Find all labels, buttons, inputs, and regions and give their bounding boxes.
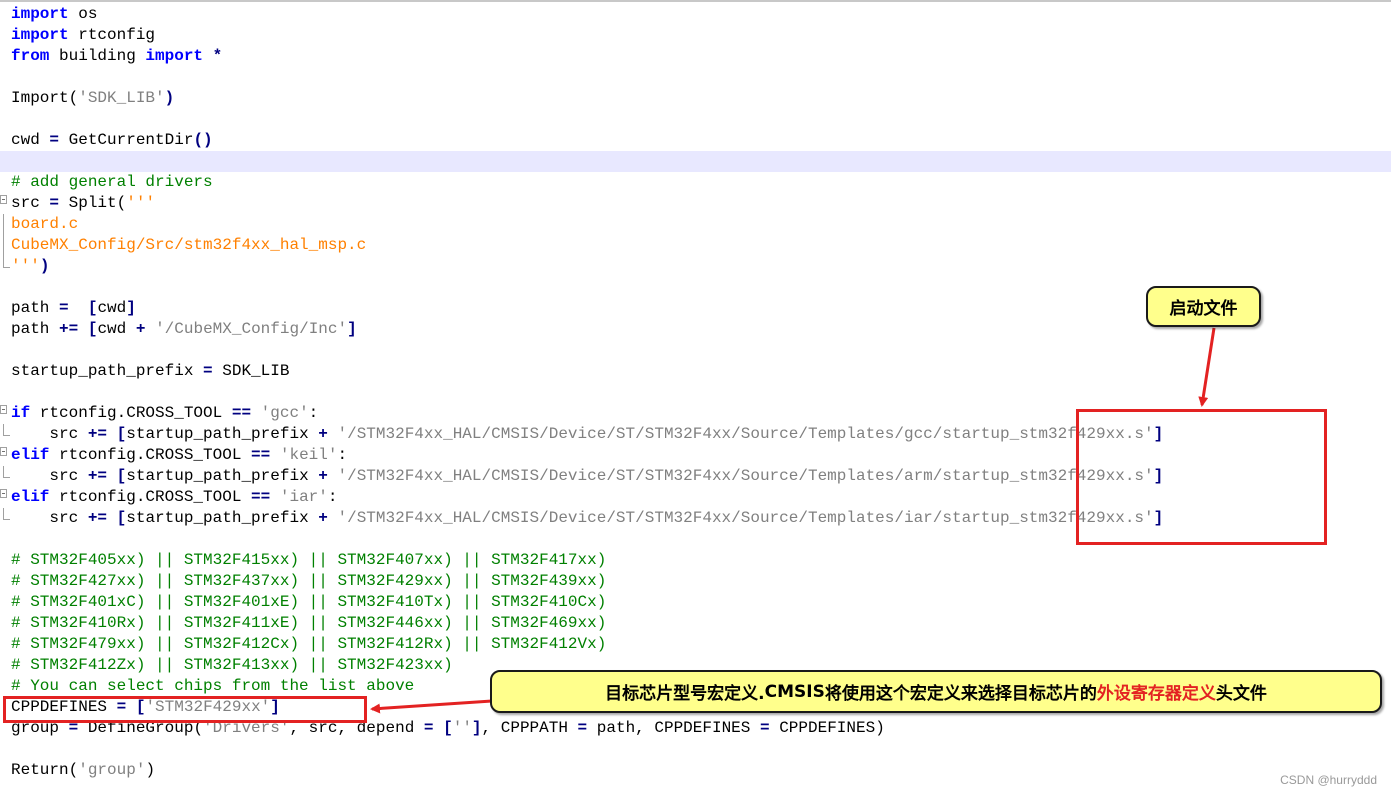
callout-text: CMSIS bbox=[764, 681, 825, 702]
callout-text: 将使用这个宏定义来选择目标芯片的 bbox=[824, 684, 1097, 704]
callout-text: 启动文件 bbox=[1169, 299, 1238, 319]
startup-arrow bbox=[1198, 327, 1216, 407]
cppdefines-arrow bbox=[370, 699, 493, 714]
cppdefines-callout: 目标芯片型号宏定义. CMSIS 将使用这个宏定义来选择目标芯片的 外设寄存器定义头… bbox=[490, 670, 1382, 713]
watermark: CSDN @hurryddd bbox=[1280, 773, 1377, 787]
callout-highlight-text: 外设寄存器定义 bbox=[1096, 684, 1216, 704]
startup-file-callout: 启动文件 bbox=[1146, 286, 1261, 327]
callout-text: 目标芯片型号宏定义. bbox=[605, 684, 765, 704]
callout-text: 头文件 bbox=[1215, 684, 1267, 704]
